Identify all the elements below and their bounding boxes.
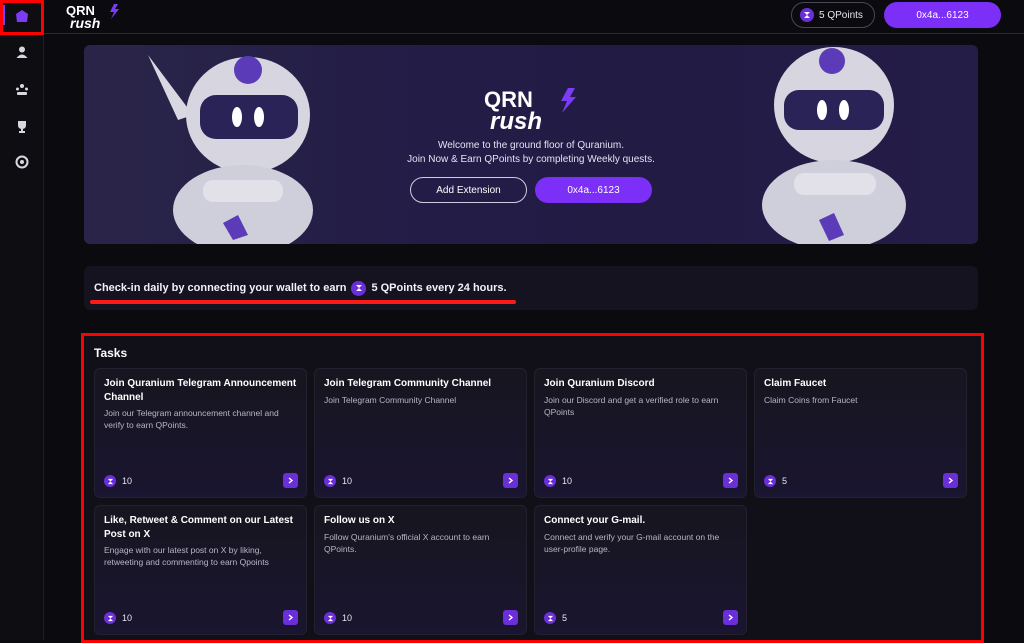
task-title: Join Quranium Discord xyxy=(544,378,655,389)
task-title: Connect your G-mail. xyxy=(544,515,646,526)
task-title: Claim Faucet xyxy=(764,378,827,389)
task-points: 10 xyxy=(324,612,352,624)
task-points: 5 xyxy=(764,475,787,487)
chevron-right-icon xyxy=(728,614,734,621)
top-bar: QRN rush 5 QPoints 0x4a...6123 xyxy=(44,0,1024,34)
task-title: Follow us on X xyxy=(324,515,395,526)
task-description: Follow Quranium's official X account to … xyxy=(324,532,490,554)
sidebar-item-leaderboard[interactable] xyxy=(6,114,38,140)
chevron-right-icon xyxy=(948,477,954,484)
qpoint-coin-icon xyxy=(351,280,367,296)
hero-welcome-text: Welcome to the ground floor of Quranium.… xyxy=(407,139,655,167)
sidebar-item-home[interactable] xyxy=(6,3,38,29)
qrn-rush-hero-logo: QRN rush xyxy=(484,87,576,131)
qpoint-coin-icon xyxy=(764,475,776,487)
qpoint-coin-icon xyxy=(104,475,116,487)
qpoints-count: 5 QPoints xyxy=(819,9,863,21)
task-go-button[interactable] xyxy=(723,610,738,625)
task-card[interactable]: Join Quranium Telegram Announcement Chan… xyxy=(94,368,307,498)
task-go-button[interactable] xyxy=(283,473,298,488)
settings-icon xyxy=(15,155,29,169)
task-go-button[interactable] xyxy=(503,610,518,625)
task-description: Join our Discord and get a verified role… xyxy=(544,395,719,417)
checkin-suffix: 5 QPoints every 24 hours. xyxy=(371,282,507,294)
svg-text:rush: rush xyxy=(490,108,542,131)
task-go-button[interactable] xyxy=(943,473,958,488)
community-icon xyxy=(16,84,28,95)
task-points: 10 xyxy=(104,612,132,624)
task-description: Join our Telegram announcement channel a… xyxy=(104,408,279,430)
task-points-value: 10 xyxy=(562,476,573,486)
task-points: 10 xyxy=(104,475,132,487)
hero-buttons: Add Extension 0x4a...6123 xyxy=(410,177,652,203)
highlight-underline xyxy=(90,300,516,304)
task-go-button[interactable] xyxy=(283,610,298,625)
task-card[interactable]: Follow us on X Follow Quranium's officia… xyxy=(314,505,527,635)
svg-text:rush: rush xyxy=(70,15,100,30)
qrn-rush-logo: QRN rush xyxy=(66,3,119,30)
home-icon xyxy=(16,10,28,22)
task-points: 10 xyxy=(324,475,352,487)
task-title: Like, Retweet & Comment on our Latest Po… xyxy=(104,515,293,540)
chevron-right-icon xyxy=(508,614,514,621)
task-description: Connect and verify your G-mail account o… xyxy=(544,532,720,554)
task-points-value: 10 xyxy=(122,613,133,623)
qpoint-coin-icon xyxy=(800,8,814,22)
tasks-heading: Tasks xyxy=(94,346,128,360)
hero-content: QRN rush Welcome to the ground floor of … xyxy=(84,85,978,203)
task-title: Join Telegram Community Channel xyxy=(324,378,492,389)
hero-line-2: Join Now & Earn QPoints by completing We… xyxy=(407,154,655,165)
sidebar-item-community[interactable] xyxy=(6,76,38,102)
task-points-value: 5 xyxy=(562,613,568,623)
task-points: 10 xyxy=(544,475,572,487)
task-card[interactable]: Like, Retweet & Comment on our Latest Po… xyxy=(94,505,307,635)
task-go-button[interactable] xyxy=(723,473,738,488)
user-icon xyxy=(16,46,28,58)
chevron-right-icon xyxy=(728,477,734,484)
task-go-button[interactable] xyxy=(503,473,518,488)
checkin-prefix: Check-in daily by connecting your wallet… xyxy=(94,282,347,294)
qpoint-coin-icon xyxy=(324,612,336,624)
chevron-right-icon xyxy=(508,477,514,484)
task-title: Join Quranium Telegram Announcement Chan… xyxy=(104,378,297,403)
hero-wallet-button[interactable]: 0x4a...6123 xyxy=(535,177,652,203)
tasks-panel: Tasks Join Quranium Telegram Announcemen… xyxy=(84,336,981,640)
task-points-value: 5 xyxy=(782,476,788,486)
chevron-right-icon xyxy=(288,614,294,621)
hero-banner: QRN rush Welcome to the ground floor of … xyxy=(84,45,978,244)
sidebar-item-settings[interactable] xyxy=(6,149,38,175)
wallet-address-button[interactable]: 0x4a...6123 xyxy=(884,2,1001,28)
sidebar xyxy=(0,0,44,640)
qpoint-coin-icon xyxy=(544,612,556,624)
task-description: Engage with our latest post on X by liki… xyxy=(104,545,269,567)
task-card[interactable]: Join Quranium Discord Join our Discord a… xyxy=(534,368,747,498)
active-indicator xyxy=(3,5,5,25)
task-points-value: 10 xyxy=(342,613,353,623)
hero-line-1: Welcome to the ground floor of Quranium. xyxy=(437,140,625,151)
qpoint-coin-icon xyxy=(324,475,336,487)
task-description: Claim Coins from Faucet xyxy=(764,395,858,405)
qpoint-coin-icon xyxy=(104,612,116,624)
task-points-value: 10 xyxy=(122,476,133,486)
qpoint-coin-icon xyxy=(544,475,556,487)
task-card[interactable]: Claim Faucet Claim Coins from Faucet 5 xyxy=(754,368,967,498)
chevron-right-icon xyxy=(288,477,294,484)
task-points: 5 xyxy=(544,612,567,624)
sidebar-item-profile[interactable] xyxy=(6,39,38,65)
qpoints-badge[interactable]: 5 QPoints xyxy=(791,2,875,28)
add-extension-button[interactable]: Add Extension xyxy=(410,177,527,203)
task-description: Join Telegram Community Channel xyxy=(324,395,457,405)
trophy-icon xyxy=(18,121,26,133)
task-card[interactable]: Join Telegram Community Channel Join Tel… xyxy=(314,368,527,498)
task-card[interactable]: Connect your G-mail. Connect and verify … xyxy=(534,505,747,635)
task-points-value: 10 xyxy=(342,476,353,486)
